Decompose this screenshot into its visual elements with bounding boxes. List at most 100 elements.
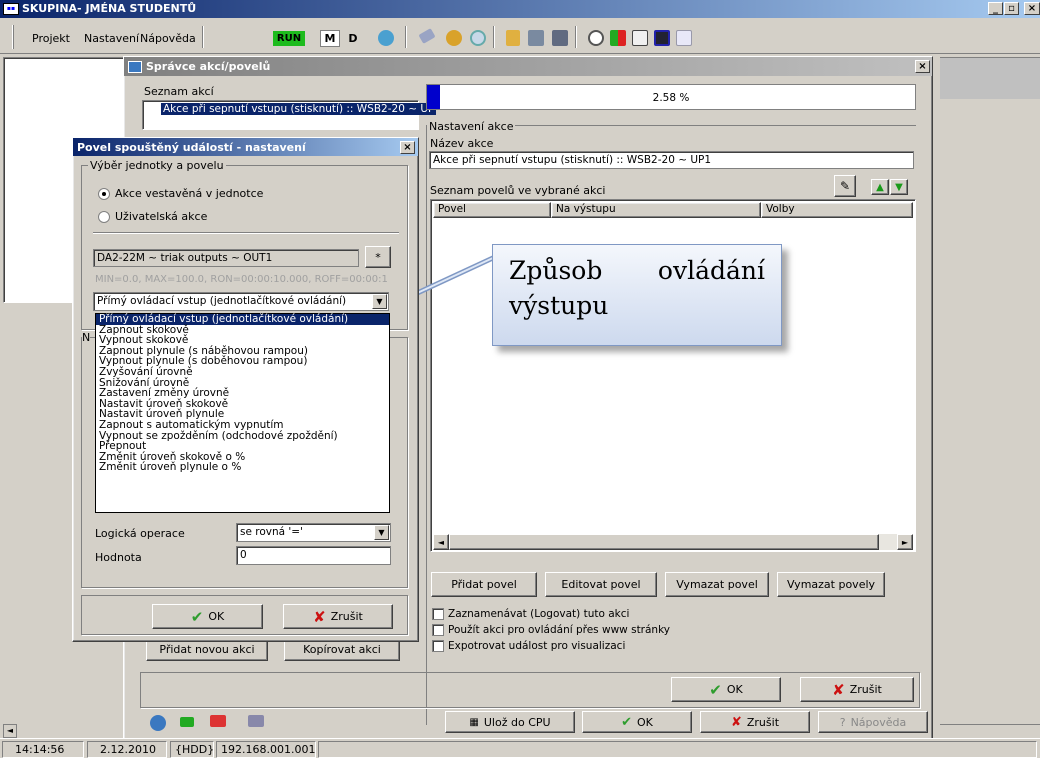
mode-select[interactable]: Přímý ovládací vstup (jednotlačítkové ov… [93,292,389,311]
bottom-help-button[interactable]: ? Nápověda [818,711,928,733]
mode-select-value: Přímý ovládací vstup (jednotlačítkové ov… [97,295,347,307]
horizontal-scrollbar[interactable]: ◄ ► [433,534,913,550]
column-povel[interactable]: Povel [433,202,551,218]
settings-small-icon[interactable] [248,715,264,727]
status-bar: 14:14:56 2.12.2010 {HDD} 192.168.001.001 [0,738,1040,758]
screen-icon[interactable] [654,30,670,46]
bottom-ok-label: OK [637,715,653,729]
menu-napoveda[interactable]: Nápověda [140,32,196,45]
value-label: Hodnota [95,551,142,564]
mode-option[interactable]: Přímý ovládací vstup (jednotlačítkové ov… [96,314,389,325]
commands-list-label: Seznam povelů ve vybrané akci [430,184,606,197]
manager-close-button[interactable]: × [915,60,930,73]
move-up-button[interactable]: ▲ [871,179,889,195]
run-button[interactable]: RUN [273,31,305,46]
dialog-ok-button[interactable]: ✔ OK [152,604,263,629]
save-to-cpu-button[interactable]: ▦ Ulož do CPU [445,711,575,733]
value-input[interactable]: 0 [236,546,391,565]
log-action-checkbox[interactable] [432,608,444,620]
mode-dropdown-list[interactable]: Přímý ovládací vstup (jednotlačítkové ov… [95,313,390,513]
unit-select-button[interactable]: * [365,246,391,268]
monitor-icon[interactable] [378,30,394,46]
check-icon: ✔ [621,714,633,730]
cross-icon: ✘ [313,607,326,626]
dialog-cancel-button[interactable]: ✘ Zrušit [283,604,393,629]
chevron-down-icon[interactable]: ▼ [374,525,389,540]
logic-operation-select[interactable]: se rovná '=' ▼ [236,523,391,542]
dialog-close-button[interactable]: × [400,141,415,154]
action-name-field[interactable]: Akce při sepnutí vstupu (stisknutí) :: W… [429,151,914,169]
callout-text: Způsob ovládání výstupu [509,256,765,320]
network-icon[interactable] [528,30,544,46]
actions-list-item[interactable]: Akce při sepnutí vstupu (stisknutí) :: W… [161,103,437,115]
bottom-left-scroll[interactable]: ◄ [3,724,17,738]
hand-icon[interactable] [676,30,692,46]
user-action-radio[interactable] [98,211,110,223]
group-divider [93,232,399,234]
mode-option[interactable]: Zapnout s automatickým vypnutím [96,420,389,431]
close-button[interactable]: × [1024,2,1040,15]
unit-field: DA2-22M ~ triak outputs ~ OUT1 [93,249,359,267]
scroll-right-button[interactable]: ► [897,534,913,550]
status-time: 14:14:56 [2,741,84,758]
column-volby[interactable]: Volby [761,202,913,218]
clock-icon[interactable] [470,30,486,46]
mode-option[interactable]: Změnit úroveň plynule o % [96,462,389,473]
bottom-cancel-button[interactable]: ✘ Zrušit [700,711,810,733]
mode-option[interactable]: Zvyšování úrovně [96,367,389,378]
chart-icon[interactable] [610,30,626,46]
flag-icon[interactable] [180,717,194,727]
manager-titlebar: Správce akcí/povelů [124,57,932,76]
chevron-down-icon[interactable]: ▼ [372,294,387,309]
menu-nastaveni[interactable]: Nastavení [84,32,139,45]
refresh-icon[interactable] [150,715,166,731]
unit-group-label: Výběr jednotky a povelu [88,159,226,172]
toolbar-separator [202,26,204,48]
tools-icon[interactable] [506,30,520,46]
save-to-cpu-label: Ulož do CPU [483,715,551,729]
delete-command-button[interactable]: Vymazat povel [665,572,769,597]
d-button[interactable]: D [344,30,362,47]
callout-box: Způsob ovládání výstupu [492,244,782,346]
status-date: 2.12.2010 [87,741,167,758]
bottom-bar: ▦ Ulož do CPU ✔ OK ✘ Zrušit ? Nápověda [130,711,940,735]
bottom-cancel-label: Zrušit [746,715,780,729]
timer-icon[interactable] [588,30,604,46]
menu-projekt[interactable]: Projekt [32,32,70,45]
pipette-icon[interactable] [418,28,436,44]
scroll-thumb[interactable] [449,534,879,550]
toolbar-grip [12,25,14,49]
column-volby-label: Volby [766,203,795,215]
add-command-button[interactable]: Přidat povel [431,572,537,597]
builtin-action-radio[interactable] [98,188,110,200]
grid-icon[interactable] [552,30,568,46]
column-na-vystupu[interactable]: Na výstupu [551,202,761,218]
document-icon[interactable] [632,30,648,46]
check-icon: ✔ [709,680,722,699]
restore-button[interactable]: ▫ [1004,2,1019,15]
www-control-checkbox[interactable] [432,624,444,636]
manager-ok-button[interactable]: ✔ OK [671,677,781,702]
edit-command-icon-button[interactable]: ✎ [834,175,856,197]
dialog-ok-label: OK [208,610,225,623]
bottom-ok-button[interactable]: ✔ OK [582,711,692,733]
menu-toolbar: Projekt Nastavení Nápověda RUN M D [0,18,1040,54]
scroll-left-button[interactable]: ◄ [433,534,449,550]
bottom-help-label: Nápověda [850,715,907,729]
minimize-button[interactable]: _ [988,2,1003,15]
progress-text: 2.58 % [652,92,690,104]
move-down-button[interactable]: ▼ [890,179,908,195]
delete-commands-button[interactable]: Vymazat povely [777,572,885,597]
settings-group-label: Nastavení akce [427,120,516,133]
check-icon: ✔ [190,607,204,626]
export-event-label: Expotrovat událost pro visualizaci [448,640,626,652]
m-button[interactable]: M [320,30,340,47]
export-event-checkbox[interactable] [432,640,444,652]
edit-command-button[interactable]: Editovat povel [545,572,657,597]
unit-params: MIN=0.0, MAX=100.0, RON=00:00:10.000, RO… [95,274,388,285]
export-icon[interactable] [210,715,226,727]
right-panel [940,57,1040,99]
manager-cancel-button[interactable]: ✘ Zrušit [800,677,914,702]
actions-list[interactable]: Akce při sepnutí vstupu (stisknutí) :: W… [142,100,437,130]
globe-icon[interactable] [446,30,462,46]
